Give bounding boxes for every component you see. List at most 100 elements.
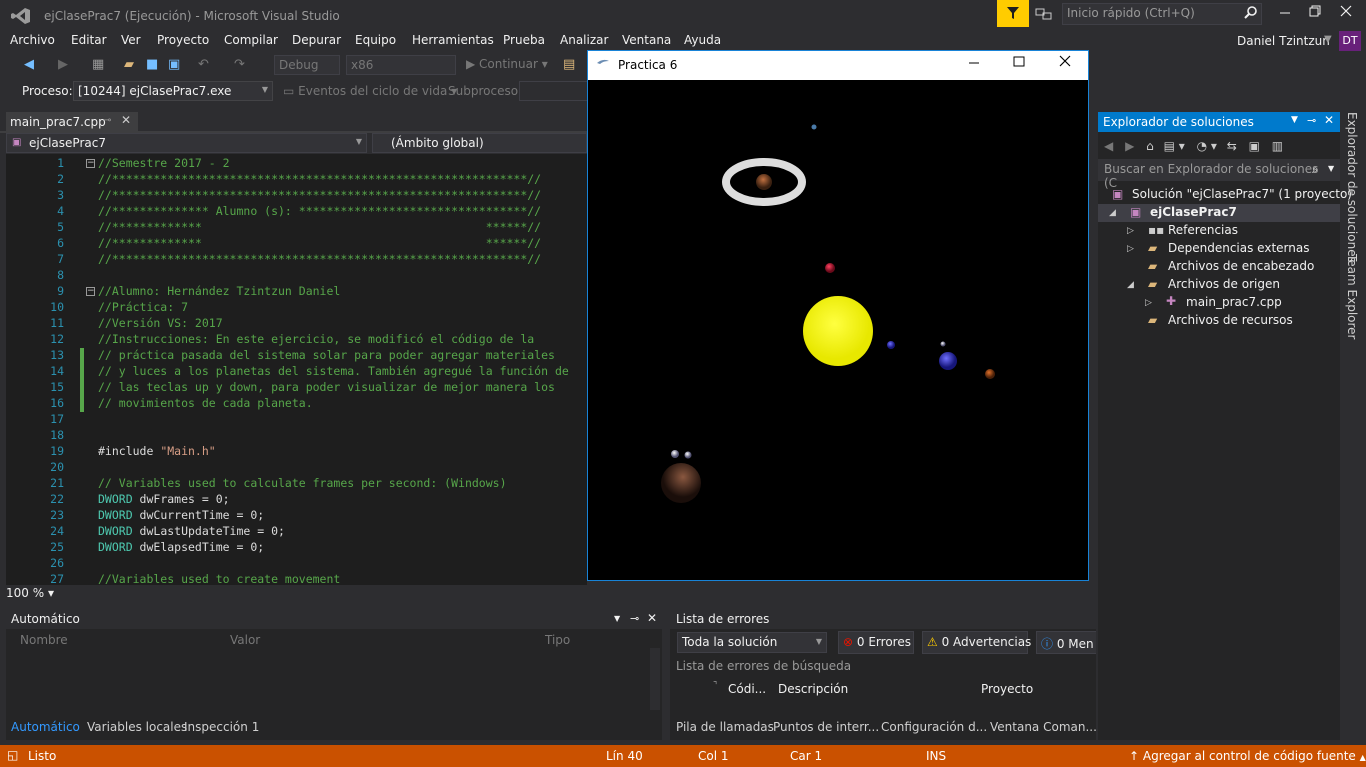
code-line[interactable]: // movimientos de cada planeta. — [98, 396, 313, 410]
open-folder-icon[interactable]: ▰ — [124, 57, 134, 72]
menu-ayuda[interactable]: Ayuda — [684, 33, 721, 47]
code-line[interactable]: DWORD dwFrames = 0; — [98, 492, 230, 506]
tab-exception-settings[interactable]: Configuración d... — [881, 720, 987, 734]
side-tab-solution-explorer[interactable]: Explorador de soluciones — [1345, 112, 1359, 263]
side-tab-team-explorer[interactable]: Team Explorer — [1345, 254, 1359, 340]
config-dropdown[interactable]: Debug — [274, 55, 340, 75]
back-icon[interactable]: ◀ — [1104, 139, 1113, 153]
pin-icon[interactable]: ⊸ — [630, 612, 639, 625]
tree-header-files[interactable]: ▰ Archivos de encabezado — [1098, 258, 1340, 276]
pin-icon[interactable]: ⊸ — [1307, 114, 1316, 127]
menu-ventana[interactable]: Ventana — [622, 33, 671, 47]
save-icon[interactable]: ■ — [146, 57, 158, 72]
scope-navigator-dropdown[interactable]: (Ámbito global) — [372, 133, 587, 153]
menu-compilar[interactable]: Compilar — [224, 33, 278, 47]
menu-archivo[interactable]: Archivo — [10, 33, 55, 47]
close-icon[interactable] — [1045, 55, 1085, 77]
error-scope-dropdown[interactable]: Toda la solución ▼ — [677, 632, 827, 653]
tree-main-cpp[interactable]: ▷ ✚ main_prac7.cpp — [1098, 294, 1340, 312]
tree-source-files[interactable]: ◢ ▰ Archivos de origen — [1098, 276, 1340, 294]
tab-locals[interactable]: Variables locales — [87, 720, 187, 734]
chevron-down-icon[interactable]: ▼ — [614, 614, 620, 623]
forward-icon[interactable]: ▶ — [1125, 139, 1134, 153]
menu-depurar[interactable]: Depurar — [292, 33, 341, 47]
project-navigator-dropdown[interactable]: ▣ ejClasePrac7 ▼ — [6, 133, 367, 153]
menu-equipo[interactable]: Equipo — [355, 33, 396, 47]
column-header[interactable]: Valor — [230, 633, 260, 647]
process-dropdown[interactable]: [10244] ejClasePrac7.exe ▼ — [73, 81, 273, 101]
code-line[interactable]: DWORD dwLastUpdateTime = 0; — [98, 524, 285, 538]
back-icon[interactable]: ◀ — [24, 57, 34, 72]
collapse-icon[interactable]: − — [86, 287, 95, 296]
continue-button[interactable]: ▶ Continuar ▾ — [466, 57, 548, 71]
tree-solution[interactable]: ▣ Solución "ejClasePrac7" (1 proyecto) — [1098, 186, 1352, 204]
pending-changes-icon[interactable]: ◔ ▾ — [1197, 139, 1217, 153]
close-icon[interactable] — [1332, 5, 1360, 25]
autos-header[interactable]: Automático ▼ ⊸ ✕ — [6, 610, 662, 629]
code-line[interactable]: DWORD dwCurrentTime = 0; — [98, 508, 264, 522]
tab-main-prac7[interactable]: main_prac7.cpp — [6, 112, 138, 132]
maximize-icon[interactable] — [999, 55, 1039, 77]
menu-herramientas[interactable]: Herramientas — [412, 33, 494, 47]
code-line[interactable]: //Alumno: Hernández Tzintzun Daniel — [98, 284, 340, 298]
attach-icon[interactable]: ▤ — [563, 57, 575, 72]
column-header[interactable]: Descripción — [778, 682, 848, 696]
error-list-header[interactable]: Lista de errores — [670, 610, 1096, 629]
code-line[interactable]: //**************************************… — [98, 188, 541, 202]
redo-icon[interactable]: ↷ — [234, 57, 245, 72]
tree-external-deps[interactable]: ▷ ▰ Dependencias externas — [1098, 240, 1340, 258]
minimize-icon[interactable] — [1271, 5, 1299, 25]
code-line[interactable]: //Semestre 2017 - 2 — [98, 156, 230, 170]
code-editor[interactable]: 1−//Semestre 2017 - 2 2//****************… — [6, 154, 587, 585]
messages-filter-button[interactable]: ⓘ 0 Men — [1036, 631, 1096, 654]
menu-proyecto[interactable]: Proyecto — [157, 33, 209, 47]
code-line[interactable]: //**************************************… — [98, 252, 541, 266]
tab-watch-1[interactable]: Inspección 1 — [184, 720, 259, 734]
code-line[interactable]: //************* ******// — [98, 236, 541, 250]
search-icon[interactable]: ⌕ — [1312, 162, 1319, 177]
code-line[interactable]: //Variables used to create movement — [98, 572, 340, 585]
menu-analizar[interactable]: Analizar — [560, 33, 608, 47]
platform-dropdown[interactable]: x86 — [346, 55, 456, 75]
zoom-level[interactable]: 100 % ▾ — [6, 586, 66, 602]
horizontal-scrollbar[interactable] — [70, 588, 1078, 600]
subprocess-dropdown[interactable] — [519, 81, 589, 101]
code-line[interactable]: // Variables used to calculate frames pe… — [98, 476, 507, 490]
sort-icon[interactable]: ⌝ — [713, 681, 717, 691]
lifecycle-events[interactable]: ▭ Eventos del ciclo de vida ▾ — [283, 84, 457, 98]
tab-autos[interactable]: Automático — [11, 720, 80, 734]
quick-launch-input[interactable]: Inicio rápido (Ctrl+Q) — [1062, 3, 1262, 25]
menu-prueba[interactable]: Prueba — [503, 33, 545, 47]
code-line[interactable]: #include "Main.h" — [98, 444, 216, 458]
avatar[interactable]: DT — [1339, 31, 1361, 51]
collapse-all-icon[interactable]: ▣ — [1249, 139, 1260, 153]
chevron-down-icon[interactable]: ▼ — [1328, 164, 1334, 173]
solution-search-input[interactable]: Buscar en Explorador de soluciones (C ⌕ … — [1098, 159, 1340, 190]
tab-breakpoints[interactable]: Puntos de interr... — [773, 720, 879, 734]
save-all-icon[interactable]: ▣ — [168, 57, 180, 72]
forward-icon[interactable]: ▶ — [58, 57, 68, 72]
errors-filter-button[interactable]: ⊗ 0 Errores — [838, 631, 914, 654]
column-header[interactable]: Nombre — [20, 633, 68, 647]
source-control-button[interactable]: ↑ Agregar al control de código fuente ▲ — [1129, 749, 1366, 763]
sync-icon[interactable]: ⇆ — [1227, 139, 1237, 153]
code-line[interactable]: // práctica pasada del sistema solar par… — [98, 348, 555, 362]
code-line[interactable]: //************** Alumno (s): ***********… — [98, 204, 541, 218]
solution-explorer-header[interactable]: Explorador de soluciones ▼ ⊸ ✕ — [1098, 112, 1340, 132]
code-line[interactable]: //**************************************… — [98, 172, 541, 186]
feedback-icon[interactable] — [1035, 6, 1055, 22]
menu-editar[interactable]: Editar — [71, 33, 107, 47]
code-line[interactable]: //Instrucciones: En este ejercicio, se m… — [98, 332, 534, 346]
pin-icon[interactable]: ⊸ — [103, 115, 111, 126]
restore-icon[interactable] — [1301, 5, 1329, 25]
tab-command-window[interactable]: Ventana Coman... — [990, 720, 1097, 734]
show-all-files-icon[interactable]: ▥ — [1272, 139, 1283, 153]
column-header[interactable]: Proyecto — [981, 682, 1033, 696]
close-tab-icon[interactable]: ✕ — [121, 113, 131, 127]
collapsed-arrow-icon[interactable]: ▷ — [1127, 244, 1134, 254]
code-line[interactable]: // las teclas up y down, para poder visu… — [98, 380, 555, 394]
switch-views-icon[interactable]: ▤ ▾ — [1164, 139, 1185, 153]
expanded-arrow-icon[interactable]: ◢ — [1109, 208, 1116, 218]
new-project-icon[interactable]: ▦ — [92, 57, 104, 72]
user-name[interactable]: Daniel Tzintzun — [1237, 34, 1330, 48]
